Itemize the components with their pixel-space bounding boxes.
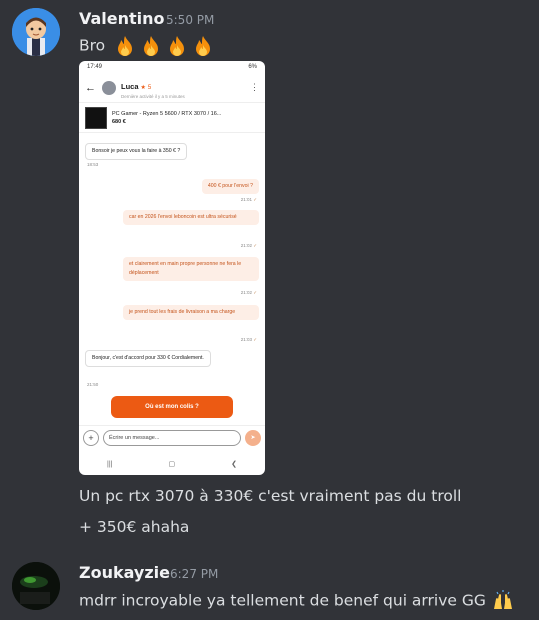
contact-name: Luca xyxy=(121,82,139,91)
product-price: 680 € xyxy=(112,118,126,125)
message-text: + 350€ ahaha xyxy=(79,518,190,536)
author-name[interactable]: Zoukayzie xyxy=(79,563,170,582)
chat-bubble-outgoing: je prend tout les frais de livraison a m… xyxy=(123,305,259,320)
chat-bubble-time-text: 21:01 xyxy=(240,197,252,202)
fire-emoji-icon xyxy=(170,36,185,56)
fire-emoji-icon xyxy=(196,36,211,56)
message-timestamp: 6:27 PM xyxy=(170,567,219,581)
avatar-zoukayzie[interactable] xyxy=(12,562,60,610)
emoji-row xyxy=(113,34,215,58)
chat-bubble-time: 18:53 xyxy=(87,162,99,167)
message-input: Écrire un message... xyxy=(103,429,241,446)
android-nav-bar: ||| ▢ ❮ xyxy=(79,455,265,473)
chat-bubble-incoming: Bonsoir je peux vous la faire à 350 € ? xyxy=(85,143,188,160)
read-check-icon: ✓ xyxy=(253,197,257,202)
author-name[interactable]: Valentino xyxy=(79,9,165,28)
home-icon: ▢ xyxy=(168,461,176,468)
chat-bubble-time-text: 21:02 xyxy=(240,290,252,295)
chat-bubble-time: 21:50 xyxy=(87,382,99,387)
chat-bubble-outgoing: 400 € pour l'envoi ? xyxy=(201,179,259,194)
avatar-valentino[interactable] xyxy=(12,8,60,56)
chat-bubble-time-text: 21:03 xyxy=(240,337,252,342)
read-check-icon: ✓ xyxy=(253,337,257,342)
chat-bubble-time: 21:02 ✓ xyxy=(241,290,257,296)
back-arrow-icon: ← xyxy=(85,81,96,94)
read-check-icon: ✓ xyxy=(253,290,257,295)
add-attachment-icon: + xyxy=(83,429,99,446)
image-attachment[interactable]: 17:49 6% ← Luca ★ 5 Dernière activité il y… xyxy=(79,61,265,475)
message-text: mdrr incroyable ya tellement de benef qu… xyxy=(79,589,515,613)
back-nav-icon: ❮ xyxy=(231,461,237,468)
recents-icon: ||| xyxy=(107,460,113,468)
raised-hands-emoji-icon xyxy=(493,590,512,609)
chat-bubble-incoming: Bonjour, c'est d'accord pour 330 € Cordi… xyxy=(85,350,211,367)
chat-bubble-time-text: 21:02 xyxy=(240,243,252,248)
message-text-content: mdrr incroyable ya tellement de benef qu… xyxy=(79,591,486,610)
message-text-content: Bro xyxy=(79,36,106,55)
send-icon: ➤ xyxy=(245,429,261,446)
contact-rating: 5 xyxy=(147,85,152,91)
phone-status-bar: 17:49 6% xyxy=(79,61,265,73)
chat-bubble-time: 21:02 ✓ xyxy=(241,243,257,249)
message-text: Un pc rtx 3070 à 330€ c'est vraiment pas… xyxy=(79,487,462,505)
product-summary: PC Gamer - Ryzen 5 5600 / RTX 3070 / 16.… xyxy=(79,103,265,133)
read-check-icon: ✓ xyxy=(253,243,257,248)
chat-bubble-time: 21:01 ✓ xyxy=(241,197,257,203)
message-timestamp: 5:50 PM xyxy=(166,13,215,27)
product-thumbnail xyxy=(85,106,107,129)
chat-header: ← Luca ★ 5 Dernière activité il y a 5 minu… xyxy=(79,73,265,103)
chat-bubble-time: 21:03 ✓ xyxy=(241,337,257,343)
product-title: PC Gamer - Ryzen 5 5600 / RTX 3070 / 16.… xyxy=(112,110,222,117)
where-is-my-parcel-button: Où est mon colis ? xyxy=(111,396,233,418)
contact-last-seen: Dernière activité il y a 5 minutes xyxy=(121,94,185,99)
fire-emoji-icon xyxy=(144,36,159,56)
chat-bubble-outgoing: et clairement en main propre personne ne… xyxy=(123,257,259,281)
fire-emoji-icon xyxy=(118,36,133,56)
status-time: 17:49 xyxy=(87,64,103,70)
star-icon: ★ xyxy=(140,85,146,91)
chat-bubble-outgoing: car en 2026 l'envoi leboncoin est ultra … xyxy=(123,210,259,225)
message-compose-bar: + Écrire un message... ➤ xyxy=(79,425,265,449)
more-options-icon: ⋮ xyxy=(250,82,259,92)
message-text: Bro xyxy=(79,34,215,58)
contact-avatar xyxy=(102,80,116,95)
status-battery: 6% xyxy=(248,64,257,70)
